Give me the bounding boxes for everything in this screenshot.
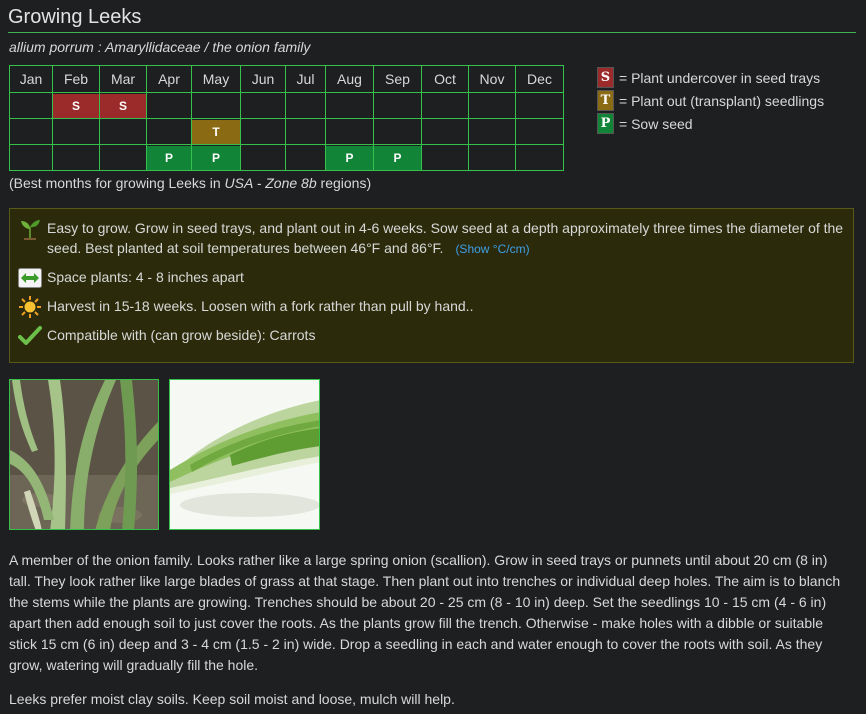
calendar-cell [468,144,516,171]
legend-item-s: S = Plant undercover in seed trays [597,66,824,89]
calendar-cell [285,118,326,145]
calendar-cell [146,118,192,145]
calendar-cell [421,144,469,171]
calendar-code-p: P [374,145,421,170]
calendar-cell [373,92,422,119]
info-row-grow: Easy to grow. Grow in seed trays, and pl… [18,218,848,259]
calendar-row: SS [9,92,564,119]
legend-text: = Plant undercover in seed trays [619,69,821,86]
calendar-cell [515,92,564,119]
spacing-arrows-icon [18,268,42,288]
month-header-jan: Jan [9,65,53,93]
calendar-cell [421,92,469,119]
sun-icon [19,296,41,318]
calendar-cell [99,118,147,145]
calendar-cell [325,118,374,145]
planting-calendar: Jan Feb Mar Apr May Jun Jul Aug Sep Oct Nov Dec SST… [9,65,564,171]
calendar-code-p: P [192,145,240,170]
calendar-header-row: Jan Feb Mar Apr May Jun Jul Aug Sep Oct Nov Dec [9,65,564,93]
legend-key-p: P [597,113,614,134]
growing-info-box: Easy to grow. Grow in seed trays, and pl… [9,208,854,363]
calendar-code-s: S [100,93,146,118]
calendar-code-s: S [53,93,99,118]
calendar-cell: T [191,118,241,145]
info-row-compatible: Compatible with (can grow beside): Carro… [18,325,315,347]
month-header-mar: Mar [99,65,147,93]
calendar-cell [240,92,286,119]
description-paragraph-1: A member of the onion family. Looks rath… [9,552,841,673]
info-row-harvest: Harvest in 15-18 weeks. Loosen with a fo… [18,296,473,318]
calendar-cell [191,92,241,119]
page-title: Growing Leeks [8,4,856,33]
calendar-cell: S [52,92,100,119]
calendar-cell [9,118,53,145]
leek-closeup-photo[interactable] [169,379,320,530]
leek-plant-photo[interactable] [9,379,159,530]
calendar-cell [99,144,147,171]
calendar-cell [515,118,564,145]
calendar-cell [421,118,469,145]
calendar-code-t: T [192,119,240,144]
legend-text: = Sow seed [619,115,693,132]
calendar-cell [9,92,53,119]
month-header-dec: Dec [515,65,564,93]
calendar-legend: S = Plant undercover in seed trays T = Plan… [597,66,824,135]
month-header-may: May [191,65,241,93]
info-compatible-text: Compatible with (can grow beside): Carro… [47,327,316,343]
calendar-cell [146,92,192,119]
region-note-zone[interactable]: USA - Zone 8b [225,175,317,191]
legend-key-t: T [597,90,614,111]
month-header-aug: Aug [325,65,374,93]
month-header-oct: Oct [421,65,469,93]
month-header-jul: Jul [285,65,326,93]
calendar-cell [373,118,422,145]
leek-plant-image [10,380,158,529]
calendar-cell: P [373,144,422,171]
calendar-cell [285,92,326,119]
month-header-apr: Apr [146,65,192,93]
calendar-cell [52,144,100,171]
calendar-cell [325,92,374,119]
month-header-nov: Nov [468,65,516,93]
legend-item-t: T = Plant out (transplant) seedlings [597,89,824,112]
seedling-icon [21,220,40,240]
description-paragraph-2: Leeks prefer moist clay soils. Keep soil… [9,691,455,707]
region-note-prefix: (Best months for growing Leeks in [9,175,225,191]
info-grow-text: Easy to grow. Grow in seed trays, and pl… [47,220,844,256]
region-note-suffix: regions) [316,175,372,191]
calendar-row: T [9,118,564,145]
calendar-cell: P [191,144,241,171]
calendar-cell [515,144,564,171]
info-harvest-text: Harvest in 15-18 weeks. Loosen with a fo… [47,298,474,314]
info-spacing-text: Space plants: 4 - 8 inches apart [47,269,244,285]
calendar-cell: P [146,144,192,171]
calendar-cell [52,118,100,145]
calendar-code-p: P [326,145,373,170]
calendar-cell [9,144,53,171]
month-header-feb: Feb [52,65,100,93]
region-note: (Best months for growing Leeks in USA - … [9,175,371,191]
month-header-sep: Sep [373,65,422,93]
info-row-spacing: Space plants: 4 - 8 inches apart [18,267,244,289]
calendar-cell [240,118,286,145]
calendar-cell: P [325,144,374,171]
calendar-cell [468,92,516,119]
page-subtitle: allium porrum : Amaryllidaceae / the oni… [9,39,311,55]
show-celsius-link[interactable]: (Show °C/cm) [455,242,529,256]
calendar-cell [240,144,286,171]
legend-key-s: S [597,67,614,88]
leek-closeup-image [170,380,319,529]
calendar-code-p: P [147,145,191,170]
calendar-row: PPPP [9,144,564,171]
legend-text: = Plant out (transplant) seedlings [619,92,825,109]
calendar-cell: S [99,92,147,119]
calendar-cell [468,118,516,145]
checkmark-icon [18,326,42,345]
calendar-cell [285,144,326,171]
legend-item-p: P = Sow seed [597,112,824,135]
month-header-jun: Jun [240,65,286,93]
